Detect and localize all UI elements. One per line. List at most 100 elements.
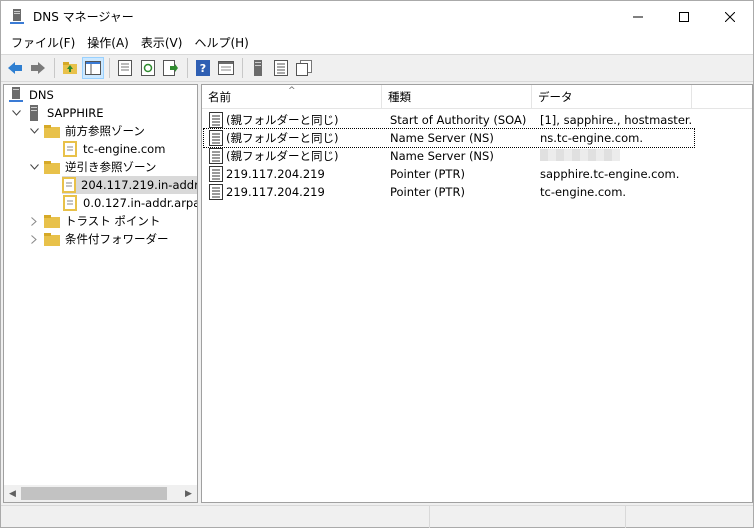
- forward-arrow-icon: [31, 62, 45, 74]
- status-segment: [625, 506, 753, 528]
- scroll-track[interactable]: [21, 485, 180, 502]
- record-name: 219.117.204.219: [226, 185, 325, 199]
- redacted-data: [540, 148, 620, 161]
- console-button[interactable]: [215, 57, 237, 79]
- tree-label-dns: DNS: [29, 88, 54, 102]
- tree-item-server[interactable]: SAPPHIRE: [10, 104, 104, 122]
- scroll-thumb[interactable]: [21, 487, 167, 500]
- toolbar: ?: [1, 54, 753, 82]
- tree-horizontal-scrollbar[interactable]: ◀ ▶: [4, 485, 197, 502]
- record-icon: [208, 184, 224, 200]
- properties-button[interactable]: [114, 57, 136, 79]
- dns-manager-window: DNS マネージャー ファイル(F) 操作(A) 表示(V) ヘルプ(H) ? …: [0, 0, 754, 528]
- column-header-name[interactable]: ^ 名前: [202, 85, 382, 109]
- toolbar-separator: [187, 58, 188, 78]
- forward-button[interactable]: [27, 57, 49, 79]
- table-row[interactable]: (親フォルダーと同じ) Name Server (NS): [204, 147, 694, 165]
- table-row[interactable]: (親フォルダーと同じ) Name Server (NS) ns.tc-engin…: [203, 128, 695, 148]
- status-segment: [429, 506, 625, 528]
- server-icon: [26, 105, 42, 121]
- folder-icon: [44, 123, 60, 139]
- help-button[interactable]: ?: [192, 57, 214, 79]
- up-one-level-button[interactable]: [59, 57, 81, 79]
- export-list-button[interactable]: [160, 57, 182, 79]
- record-type: Name Server (NS): [390, 131, 494, 145]
- refresh-button[interactable]: [137, 57, 159, 79]
- zone-icon: [62, 195, 78, 211]
- table-row[interactable]: (親フォルダーと同じ) Start of Authority (SOA) [1]…: [204, 111, 694, 129]
- console-icon: [218, 61, 234, 75]
- record-data: sapphire.tc-engine.com.: [540, 167, 680, 181]
- back-arrow-icon: [8, 62, 22, 74]
- svg-text:?: ?: [200, 62, 206, 75]
- tree-label-reverse-zone: 0.0.127.in-addr.arpa: [83, 196, 198, 210]
- record-data: [1], sapphire., hostmaster.: [540, 113, 693, 127]
- tree-item-reverse-zone[interactable]: 0.0.127.in-addr.arpa: [62, 194, 198, 212]
- status-bar: [1, 505, 753, 528]
- chevron-down-icon[interactable]: [28, 161, 40, 173]
- record-icon: [208, 112, 224, 128]
- tree-item-forward-zones[interactable]: 前方参照ゾーン: [28, 122, 145, 140]
- close-button[interactable]: [707, 1, 753, 32]
- menu-view[interactable]: 表示(V): [135, 33, 189, 53]
- scroll-right-icon[interactable]: ▶: [180, 485, 197, 502]
- table-row[interactable]: 219.117.204.219 Pointer (PTR) sapphire.t…: [204, 165, 694, 183]
- menu-help[interactable]: ヘルプ(H): [188, 33, 254, 53]
- list-header: ^ 名前 種類 データ: [202, 85, 752, 109]
- maximize-button[interactable]: [661, 1, 707, 32]
- tree-label-forward-zones: 前方参照ゾーン: [65, 124, 145, 138]
- toolbar-separator: [242, 58, 243, 78]
- back-button[interactable]: [4, 57, 26, 79]
- chevron-down-icon[interactable]: [10, 107, 22, 119]
- tree-label-trust-points: トラスト ポイント: [65, 214, 161, 228]
- help-icon: ?: [196, 60, 210, 76]
- column-header-type[interactable]: 種類: [382, 85, 532, 109]
- column-header-data[interactable]: データ: [532, 85, 692, 109]
- menu-file[interactable]: ファイル(F): [5, 33, 81, 53]
- chevron-right-icon[interactable]: [28, 233, 40, 245]
- menu-bar: ファイル(F) 操作(A) 表示(V) ヘルプ(H): [1, 32, 753, 54]
- toolbar-separator: [54, 58, 55, 78]
- folder-icon: [44, 213, 60, 229]
- scroll-left-icon[interactable]: ◀: [4, 485, 21, 502]
- tree-item-dns[interactable]: DNS: [8, 86, 54, 104]
- copy-button[interactable]: [293, 57, 315, 79]
- refresh-icon: [141, 60, 155, 76]
- show-hide-console-tree-button[interactable]: [82, 57, 104, 79]
- dns-icon: [8, 87, 24, 103]
- window-title: DNS マネージャー: [33, 10, 134, 24]
- sort-caret-icon: ^: [288, 86, 296, 96]
- chevron-down-icon[interactable]: [28, 125, 40, 137]
- record-name: (親フォルダーと同じ): [226, 113, 339, 127]
- tree-item-forward-zone[interactable]: tc-engine.com: [62, 140, 165, 158]
- up-folder-icon: [63, 62, 77, 74]
- record-data: tc-engine.com.: [540, 185, 627, 199]
- folder-icon: [44, 231, 60, 247]
- record-type: Pointer (PTR): [390, 167, 465, 181]
- tree-item-reverse-zones[interactable]: 逆引き参照ゾーン: [28, 158, 156, 176]
- folder-icon: [44, 159, 60, 175]
- export-list-icon: [163, 60, 178, 76]
- list-button[interactable]: [270, 57, 292, 79]
- tree-item-conditional-forwarders[interactable]: 条件付フォワーダー: [28, 230, 169, 248]
- toolbar-separator: [109, 58, 110, 78]
- server-button[interactable]: [247, 57, 269, 79]
- records-list: ^ 名前 種類 データ (親フォルダーと同じ) Start of Authori…: [201, 84, 753, 503]
- tree-label-reverse-zone-selected: 204.117.219.in-addr.a: [81, 178, 198, 192]
- tree-item-reverse-zone-selected[interactable]: 204.117.219.in-addr.a: [62, 176, 197, 194]
- list-icon: [274, 60, 288, 76]
- record-name: (親フォルダーと同じ): [226, 149, 339, 163]
- table-row[interactable]: 219.117.204.219 Pointer (PTR) tc-engine.…: [204, 183, 694, 201]
- copy-icon: [296, 60, 312, 76]
- record-name: 219.117.204.219: [226, 167, 325, 181]
- console-tree: DNS SAPPHIRE 前方参照ゾーン tc-engine.com 逆引き参照…: [3, 84, 198, 503]
- tree-item-trust-points[interactable]: トラスト ポイント: [28, 212, 160, 230]
- chevron-right-icon[interactable]: [28, 215, 40, 227]
- zone-icon: [62, 177, 76, 193]
- tree-label-conditional-forwarders: 条件付フォワーダー: [65, 232, 169, 246]
- record-icon: [208, 148, 224, 164]
- dns-app-icon: [9, 8, 25, 25]
- menu-action[interactable]: 操作(A): [81, 33, 135, 53]
- minimize-button[interactable]: [615, 1, 661, 32]
- show-hide-tree-icon: [85, 61, 101, 75]
